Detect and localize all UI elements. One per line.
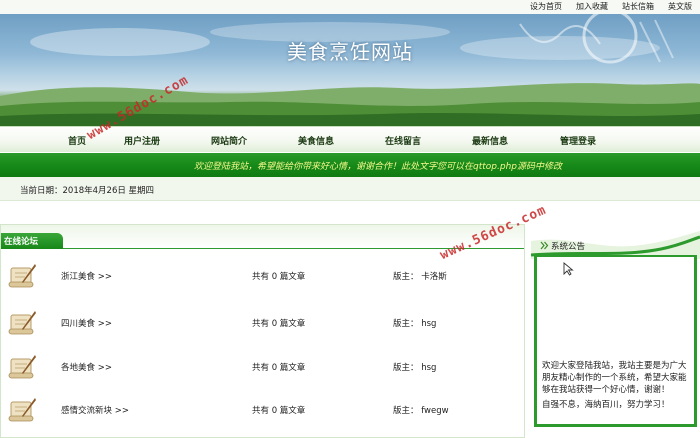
- notice-body: 欢迎大家登陆我站，我站主要是为广大朋友精心制作的一个系统，希望大家能够在我站获得…: [534, 255, 697, 427]
- scroll-quill-icon: [8, 355, 36, 379]
- current-date: 当前日期：2018年4月26日 星期四: [20, 186, 155, 196]
- nav-item-food-info[interactable]: 美食信息: [298, 134, 334, 147]
- forum-post-count: 共有 0 篇文章: [252, 406, 306, 416]
- forum-name-link[interactable]: 感情交流新块 >>: [61, 404, 129, 416]
- forum-post-count: 共有 0 篇文章: [252, 363, 306, 373]
- banner-landscape-image: [0, 14, 700, 126]
- forum-name-link[interactable]: 浙江美食 >>: [61, 270, 112, 282]
- notice-paragraph: 欢迎大家登陆我站，我站主要是为广大朋友精心制作的一个系统，希望大家能够在我站获得…: [542, 361, 687, 395]
- forum-moderator: 版主： fwegw: [393, 406, 449, 416]
- forum-moderator: 版主： hsg: [393, 319, 437, 329]
- welcome-bar: 欢迎登陆我站，希望能给你带来好心情，谢谢合作！此处文字您可以在qttop.php…: [0, 153, 700, 177]
- forum-row: 感情交流新块 >> 共有 0 篇文章 版主： fwegw: [1, 392, 524, 428]
- forum-moderator: 版主： 卡洛斯: [393, 272, 447, 282]
- english-version-link[interactable]: 英文版: [668, 1, 692, 12]
- notice-panel: 系统公告 欢迎大家登陆我站，我站主要是为广大朋友精心制作的一个系统，希望大家能够…: [531, 229, 700, 427]
- forum-moderator: 版主： hsg: [393, 363, 437, 373]
- mouse-pointer-icon: [563, 262, 574, 276]
- site-title: 美食烹饪网站: [287, 40, 413, 64]
- site-banner: 美食烹饪网站: [0, 14, 700, 126]
- add-favorite-link[interactable]: 加入收藏: [576, 1, 608, 12]
- date-bar: 当前日期：2018年4月26日 星期四: [0, 177, 700, 201]
- scroll-quill-icon: [8, 311, 36, 335]
- nav-item-home[interactable]: 首页: [68, 134, 86, 147]
- forum-row: 各地美食 >> 共有 0 篇文章 版主： hsg: [1, 349, 524, 385]
- nav-item-latest-news[interactable]: 最新信息: [472, 134, 508, 147]
- scroll-quill-icon: [8, 264, 36, 288]
- nav-item-about[interactable]: 网站简介: [211, 134, 247, 147]
- forum-row: 浙江美食 >> 共有 0 篇文章 版主： 卡洛斯: [1, 258, 524, 294]
- forum-name-link[interactable]: 各地美食 >>: [61, 361, 112, 373]
- forum-row: 四川美食 >> 共有 0 篇文章 版主： hsg: [1, 305, 524, 341]
- nav-item-guestbook[interactable]: 在线留言: [385, 134, 421, 147]
- nav-item-register[interactable]: 用户注册: [124, 134, 160, 147]
- forum-tab[interactable]: 在线论坛: [1, 233, 63, 249]
- set-homepage-link[interactable]: 设为首页: [530, 1, 562, 12]
- webmaster-mail-link[interactable]: 站长信箱: [622, 1, 654, 12]
- welcome-message: 欢迎登陆我站，希望能给你带来好心情，谢谢合作！此处文字您可以在qttop.php…: [194, 162, 562, 172]
- scroll-quill-icon: [8, 398, 36, 422]
- notice-slogan: 自强不息，海纳百川，努力学习！: [542, 400, 670, 410]
- forum-name-link[interactable]: 四川美食 >>: [61, 317, 112, 329]
- chevron-double-icon: [540, 241, 549, 250]
- notice-title: 系统公告: [551, 242, 586, 252]
- top-utility-bar: 设为首页 加入收藏 站长信箱 英文版: [0, 0, 700, 14]
- forum-post-count: 共有 0 篇文章: [252, 319, 306, 329]
- forum-post-count: 共有 0 篇文章: [252, 272, 306, 282]
- top-links: 设为首页 加入收藏 站长信箱 英文版: [530, 1, 692, 12]
- nav-item-admin-login[interactable]: 管理登录: [560, 134, 596, 147]
